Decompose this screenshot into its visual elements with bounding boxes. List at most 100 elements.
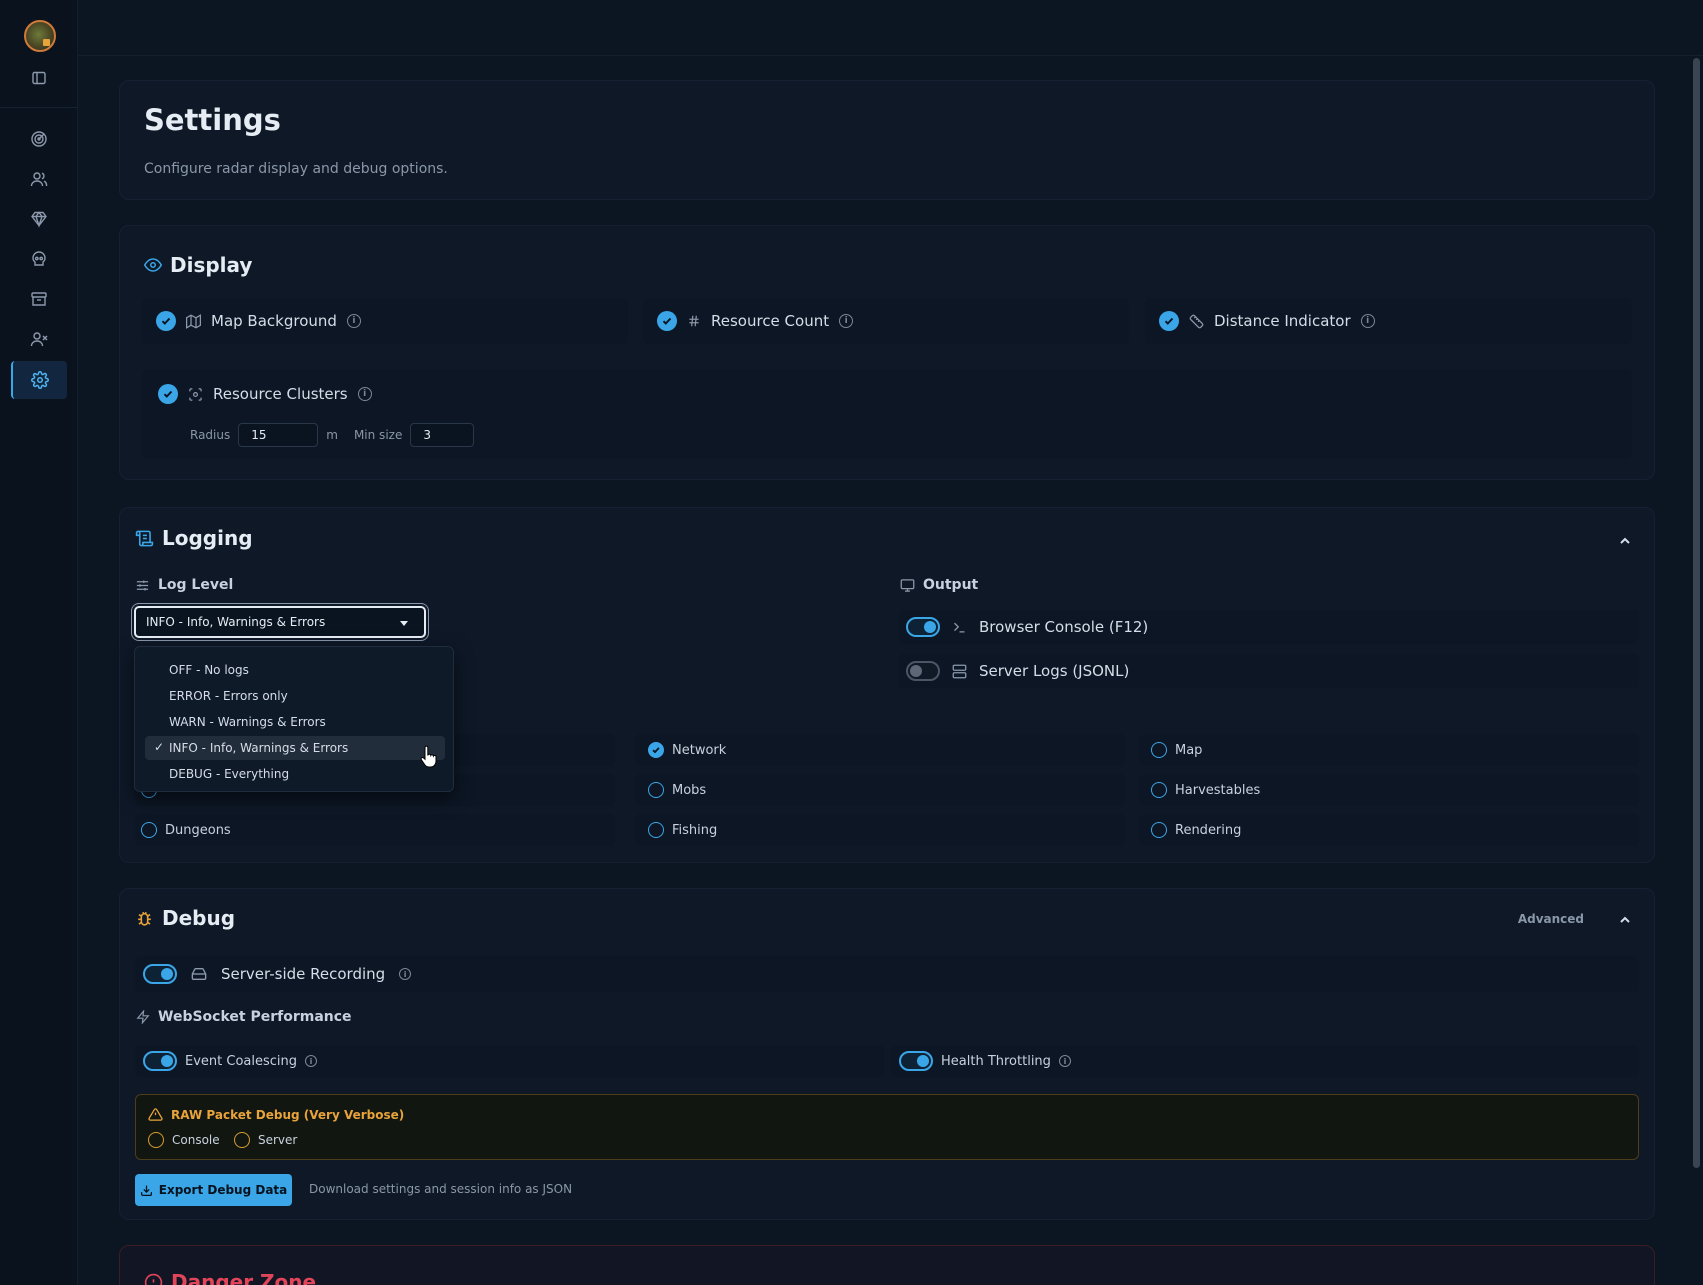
output-label: Browser Console (F12) (979, 618, 1149, 636)
advanced-label[interactable]: Advanced (1518, 912, 1584, 926)
chevron-up-icon[interactable] (1618, 913, 1632, 927)
settings-header-card: Settings Configure radar display and deb… (119, 80, 1655, 200)
resource-clusters-row[interactable]: Resource Clusters i (158, 384, 372, 404)
dropdown-option-selected[interactable]: ✓ INFO - Info, Warnings & Errors (145, 736, 445, 760)
raw-packet-title: RAW Packet Debug (Very Verbose) (171, 1107, 405, 1122)
radius-input[interactable]: 15 (238, 423, 319, 447)
terminal-icon (952, 620, 967, 635)
chevron-up-icon[interactable] (1618, 534, 1632, 548)
info-icon[interactable]: i (346, 314, 361, 328)
category-label: Harvestables (1175, 782, 1261, 798)
page-scrollbar[interactable] (1693, 58, 1700, 1168)
option-map-background[interactable]: Map Background i (142, 298, 628, 344)
scroll-icon (135, 529, 154, 548)
output-header: Output (900, 577, 978, 593)
min-size-input[interactable]: 3 (410, 423, 475, 447)
bug-icon (135, 909, 154, 928)
category-label: Rendering (1175, 822, 1242, 838)
map-icon (186, 313, 201, 329)
log-level-label: Log Level (158, 577, 234, 593)
radius-unit: m (326, 428, 338, 442)
checkbox-unchecked[interactable] (234, 1132, 250, 1148)
dropdown-option[interactable]: OFF - No logs (145, 658, 445, 682)
players-icon[interactable] (22, 162, 56, 196)
category-dungeons[interactable]: Dungeons (135, 814, 615, 846)
checkbox-unchecked[interactable] (648, 782, 664, 798)
checkbox-unchecked[interactable] (648, 822, 664, 838)
event-coalescing-row[interactable]: Event Coalescing i (135, 1045, 884, 1077)
checkbox-unchecked[interactable] (1151, 822, 1167, 838)
top-bar (78, 0, 1703, 56)
hard-drive-icon (191, 966, 207, 982)
category-mobs[interactable]: Mobs (635, 774, 1126, 806)
output-label: Server Logs (JSONL) (979, 662, 1130, 680)
sidebar-toggle-icon[interactable] (22, 61, 56, 95)
server-side-recording-row[interactable]: Server-side Recording i (135, 956, 1639, 992)
checkbox-unchecked[interactable] (148, 1132, 164, 1148)
logging-title: Logging (162, 526, 253, 550)
toggle-switch[interactable] (143, 964, 177, 984)
server-icon (952, 664, 967, 679)
option-label: Resource Clusters (213, 385, 348, 403)
download-icon (140, 1184, 153, 1197)
info-icon[interactable]: i (1058, 1055, 1071, 1067)
page-subtitle: Configure radar display and debug option… (144, 161, 448, 177)
category-label: Fishing (672, 822, 718, 838)
info-icon[interactable]: i (305, 1055, 318, 1067)
checkbox-unchecked[interactable] (141, 822, 157, 838)
toggle-switch[interactable] (899, 1051, 933, 1071)
checkbox-checked[interactable] (156, 311, 176, 331)
dropdown-option[interactable]: ERROR - Errors only (145, 684, 445, 708)
checkbox-checked[interactable] (1159, 311, 1179, 331)
output-browser-console[interactable]: Browser Console (F12) (898, 610, 1639, 644)
dropdown-option[interactable]: DEBUG - Everything (145, 762, 445, 786)
category-network[interactable]: Network (635, 734, 1126, 766)
output-server-logs[interactable]: Server Logs (JSONL) (898, 654, 1639, 688)
toggle-switch[interactable] (906, 661, 940, 681)
sidebar-divider (0, 107, 78, 108)
chevron-down-icon (400, 621, 408, 626)
radar-icon[interactable] (22, 122, 56, 156)
checkbox-unchecked[interactable] (1151, 742, 1167, 758)
category-fishing[interactable]: Fishing (635, 814, 1126, 846)
category-map[interactable]: Map (1139, 734, 1639, 766)
raw-console-option[interactable]: Console (148, 1132, 220, 1148)
archive-icon[interactable] (22, 282, 56, 316)
toggle-switch[interactable] (906, 617, 940, 637)
ws-perf-label: WebSocket Performance (158, 1009, 352, 1025)
skull-icon[interactable] (22, 242, 56, 276)
log-level-header: Log Level (135, 577, 233, 593)
raw-packet-debug-box: RAW Packet Debug (Very Verbose) Console … (135, 1094, 1639, 1160)
logging-header: Logging (135, 526, 253, 550)
toggle-switch[interactable] (143, 1051, 177, 1071)
settings-gear-icon[interactable] (11, 361, 67, 399)
export-debug-data-button[interactable]: Export Debug Data (135, 1174, 292, 1206)
log-level-select[interactable]: INFO - Info, Warnings & Errors (134, 606, 426, 638)
option-resource-count[interactable]: Resource Count i (643, 298, 1129, 344)
option-distance-indicator[interactable]: Distance Indicator i (1145, 298, 1632, 344)
ws-perf-header: WebSocket Performance (136, 1009, 352, 1025)
dropdown-option[interactable]: WARN - Warnings & Errors (145, 710, 445, 734)
ruler-icon (1189, 314, 1204, 329)
checkbox-checked[interactable] (158, 384, 178, 404)
alert-triangle-icon (148, 1107, 163, 1122)
app-logo[interactable] (24, 20, 56, 52)
info-icon[interactable]: i (1360, 314, 1375, 328)
gem-icon[interactable] (22, 202, 56, 236)
info-icon[interactable]: i (839, 314, 854, 328)
user-x-icon[interactable] (22, 322, 56, 356)
checkbox-checked[interactable] (657, 311, 677, 331)
checkbox-checked[interactable] (648, 742, 664, 758)
danger-title: Danger Zone (171, 1270, 317, 1285)
display-header: Display (144, 253, 252, 277)
raw-server-option[interactable]: Server (234, 1132, 297, 1148)
category-rendering[interactable]: Rendering (1139, 814, 1639, 846)
category-harvestables[interactable]: Harvestables (1139, 774, 1639, 806)
info-icon[interactable]: i (357, 387, 372, 401)
raw-console-label: Console (172, 1133, 220, 1147)
debug-card: Debug Advanced Server-side Recording i W… (119, 888, 1655, 1220)
checkbox-unchecked[interactable] (1151, 782, 1167, 798)
category-label: Dungeons (165, 822, 231, 838)
info-icon[interactable]: i (399, 968, 412, 980)
health-throttling-row[interactable]: Health Throttling i (891, 1045, 1639, 1077)
